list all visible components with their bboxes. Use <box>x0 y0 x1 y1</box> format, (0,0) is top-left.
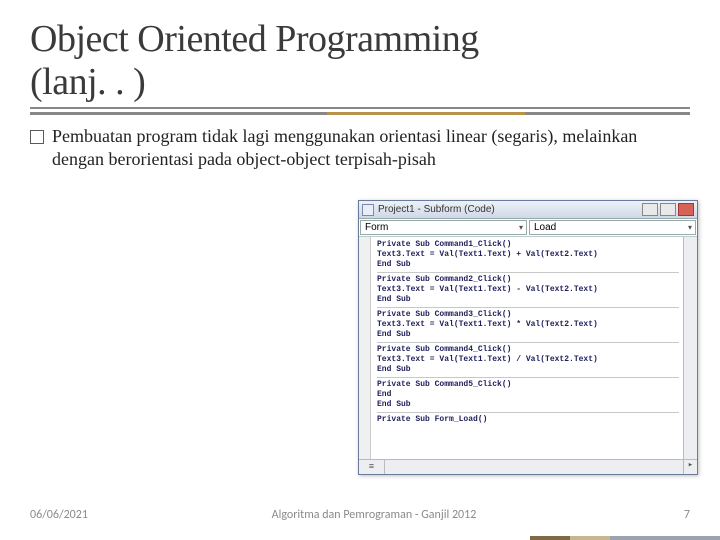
close-button[interactable] <box>678 203 694 216</box>
hscroll-track[interactable] <box>385 460 683 474</box>
window-titlebar: Project1 - Subform (Code) <box>359 201 697 219</box>
procedure-dropdown[interactable]: Load <box>529 220 696 235</box>
bullet-square-icon <box>30 130 44 144</box>
maximize-button[interactable] <box>660 203 676 216</box>
object-dropdown-value: Form <box>365 222 388 233</box>
code-window: Project1 - Subform (Code) Form Load Priv… <box>358 200 698 475</box>
title-underline <box>30 112 690 115</box>
slide-footer: 06/06/2021 Algoritma dan Pemrograman - G… <box>30 508 690 522</box>
vertical-scrollbar[interactable] <box>683 237 697 459</box>
slide-title-line1: Object Oriented Programming <box>30 18 690 61</box>
footer-page-number: 7 <box>660 508 690 522</box>
hscroll-arrow-right-icon[interactable]: ▸ <box>683 460 697 474</box>
horizontal-scrollbar[interactable]: ≡ ▸ <box>359 459 697 474</box>
code-text: Private Sub Command1_Click() Text3.Text … <box>371 237 683 459</box>
footer-date: 06/06/2021 <box>30 508 88 522</box>
code-gutter <box>359 237 371 459</box>
view-mode-icon[interactable]: ≡ <box>359 460 385 474</box>
footer-center: Algoritma dan Pemrograman - Ganjil 2012 <box>88 508 660 522</box>
code-body: Private Sub Command1_Click() Text3.Text … <box>359 237 697 459</box>
bullet-text: Pembuatan program tidak lagi menggunakan… <box>52 125 690 171</box>
procedure-dropdown-value: Load <box>534 222 556 233</box>
slide: Object Oriented Programming (lanj. . ) P… <box>0 0 720 540</box>
object-dropdown[interactable]: Form <box>360 220 527 235</box>
window-icon <box>362 204 374 216</box>
window-title: Project1 - Subform (Code) <box>378 204 495 215</box>
code-dropdown-row: Form Load <box>359 219 697 237</box>
slide-title-line2: (lanj. . ) <box>30 61 690 110</box>
minimize-button[interactable] <box>642 203 658 216</box>
bullet-item: Pembuatan program tidak lagi menggunakan… <box>30 125 690 171</box>
